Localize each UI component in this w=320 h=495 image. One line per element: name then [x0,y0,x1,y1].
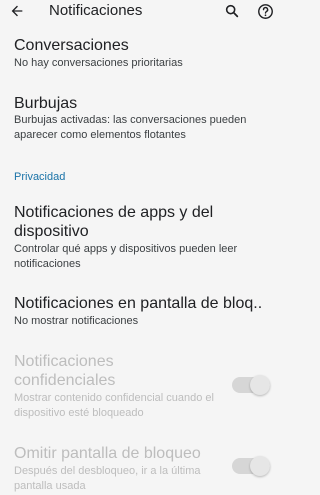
search-icon [225,4,239,18]
help-button[interactable] [254,1,276,21]
item-subtitle: Mostrar contenido confidencial cuando el… [14,392,214,419]
toggle-knob [250,456,270,476]
help-icon [257,3,273,19]
item-title: Notificaciones de apps y del dispositivo [14,204,214,240]
list-item-notificaciones-apps[interactable]: Notificaciones de apps y del dispositivo… [0,201,280,273]
item-subtitle: No hay conversaciones prioritarias [14,57,183,69]
list-item-conversaciones[interactable]: Conversaciones No hay conversaciones pri… [0,34,280,74]
list-item-omitir-pantalla-bloqueo[interactable]: Omitir pantalla de bloqueo Después del d… [0,442,280,492]
page-title: Notificaciones [49,2,143,19]
back-button[interactable] [6,1,28,21]
item-title: Notificaciones en pantalla de bloq.. [14,295,263,312]
item-subtitle: Burbujas activadas: las conversaciones p… [14,114,247,141]
list-item-pantalla-bloqueo[interactable]: Notificaciones en pantalla de bloq.. No … [0,292,280,332]
toggle-knob [250,375,270,395]
item-title: Conversaciones [14,37,129,54]
app-bar: Notificaciones [0,0,280,22]
back-arrow-icon [11,5,23,17]
list-item-burbujas[interactable]: Burbujas Burbujas activadas: las convers… [0,92,280,144]
item-title: Notificaciones confidenciales [14,353,116,389]
item-title: Omitir pantalla de bloqueo [14,445,201,462]
toggle-switch[interactable] [232,375,270,395]
toggle-switch[interactable] [232,456,270,476]
item-title: Burbujas [14,95,78,112]
search-button[interactable] [221,1,243,21]
section-header-privacidad: Privacidad [14,171,66,183]
list-item-notificaciones-confidenciales[interactable]: Notificaciones confidenciales Mostrar co… [0,350,280,422]
item-subtitle: No mostrar notificaciones [14,315,139,327]
item-subtitle: Después del desbloqueo, ir a la última p… [14,465,201,492]
item-subtitle: Controlar qué apps y dispositivos pueden… [14,243,238,270]
